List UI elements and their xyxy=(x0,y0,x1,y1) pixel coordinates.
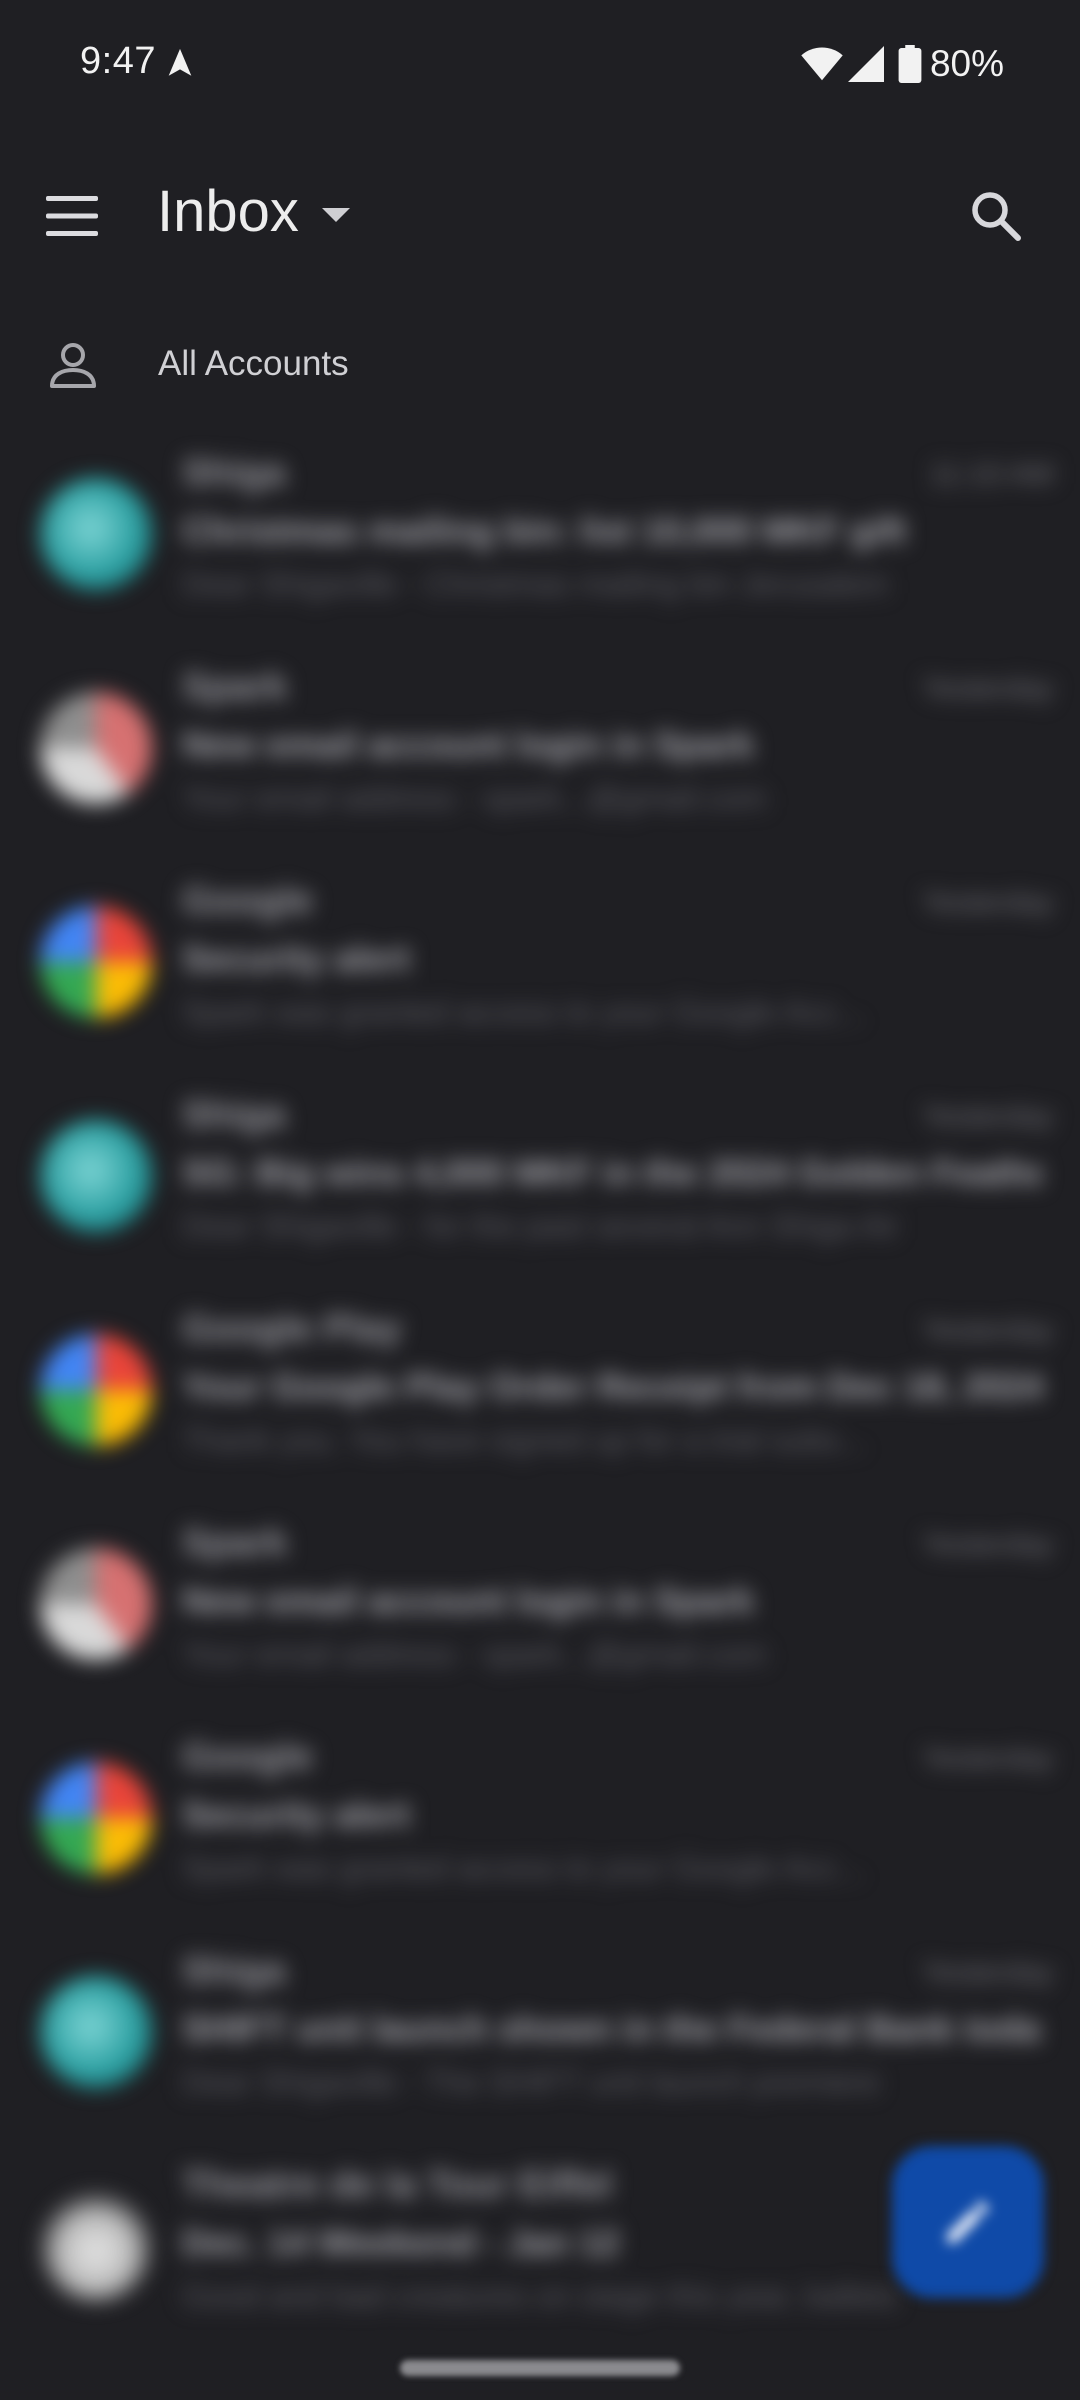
message-item[interactable]: Google Play Yesterday Your Google Play O… xyxy=(0,1286,1080,1500)
message-sender: Shiga xyxy=(182,452,286,494)
message-item[interactable]: Shiga 11:10 AM Christmas mailing bin: li… xyxy=(0,430,1080,644)
status-time: 9:47 xyxy=(80,40,156,82)
account-filter-row[interactable]: All Accounts xyxy=(0,320,1080,410)
page-title: Inbox xyxy=(157,179,299,244)
message-snippet: Dear Shigaville - for the past several A… xyxy=(182,1208,899,1244)
message-item[interactable]: Google Yesterday Security alert Spark wa… xyxy=(0,1714,1080,1928)
message-snippet: Your email address - spark...@gmail.com xyxy=(182,780,767,816)
sender-avatar xyxy=(40,1976,152,2088)
app-bar: Inbox xyxy=(0,150,1080,280)
battery-icon xyxy=(898,45,922,83)
message-snippet: Dear Shigaville - Christmas mailing bin … xyxy=(182,566,889,602)
message-subject: New email account login in Spark xyxy=(182,1580,755,1621)
search-icon[interactable] xyxy=(968,188,1024,244)
message-item[interactable]: Shiga Yesterday SHIFT unit launch shown … xyxy=(0,1928,1080,2142)
sender-avatar xyxy=(40,692,152,804)
message-item[interactable]: Shiga Yesterday SG: Big wins 4,000 MKF i… xyxy=(0,1072,1080,1286)
pencil-icon xyxy=(947,2201,989,2243)
message-date: Yesterday xyxy=(921,1742,1054,1775)
gesture-bar[interactable] xyxy=(400,2360,680,2376)
account-filter-label: All Accounts xyxy=(158,344,349,383)
message-sender: Google xyxy=(182,1736,313,1778)
navigation-arrow-icon xyxy=(168,48,192,76)
message-sender: Google xyxy=(182,880,313,922)
message-date: 11:10 AM xyxy=(929,458,1054,491)
message-subject: Security alert xyxy=(182,1794,411,1835)
message-sender: Spark xyxy=(182,1522,288,1564)
message-subject: Your Google Play Order Receipt from Dec … xyxy=(182,1366,1042,1407)
message-date: Yesterday xyxy=(921,1956,1054,1989)
message-item[interactable]: Spark Yesterday New email account login … xyxy=(0,644,1080,858)
message-item[interactable]: Spark Yesterday New email account login … xyxy=(0,1500,1080,1714)
wifi-icon xyxy=(801,47,843,81)
message-sender: Theatre de la Tour Eiffel xyxy=(182,2164,613,2206)
cell-signal-icon xyxy=(847,46,884,82)
message-snippet: Dear Shigaville - The SHIFT unit launch … xyxy=(182,2064,880,2100)
inbox-selector[interactable]: Inbox xyxy=(157,178,351,245)
message-date: Yesterday xyxy=(921,672,1054,705)
battery-percent: 80% xyxy=(929,43,1004,84)
status-bar: 9:47 80% xyxy=(0,0,1080,130)
message-sender: Shiga xyxy=(182,1950,286,1992)
message-sender: Spark xyxy=(182,666,288,708)
menu-icon[interactable] xyxy=(44,194,102,238)
message-date: Yesterday xyxy=(921,1100,1054,1133)
message-item[interactable]: Google Yesterday Security alert Spark wa… xyxy=(0,858,1080,1072)
message-date: Yesterday xyxy=(921,1314,1054,1347)
sender-avatar xyxy=(40,1762,152,1874)
sender-avatar xyxy=(40,1120,152,1232)
message-snippet: Thank you. You have signed up for a tria… xyxy=(182,1422,866,1458)
message-subject: SG: Big wins 4,000 MKF in the 2024 Golde… xyxy=(182,1152,1042,1193)
message-snippet: Good and bad creatures on stage this yea… xyxy=(182,2278,898,2314)
message-subject: Security alert xyxy=(182,938,411,979)
sender-avatar xyxy=(40,1334,152,1446)
message-subject: SHIFT unit launch shown in the Federal B… xyxy=(182,2008,1042,2049)
sender-avatar xyxy=(40,2190,152,2302)
message-subject: Christmas mailing bin: list 10,000 MKF g… xyxy=(182,510,907,551)
compose-button[interactable] xyxy=(892,2146,1044,2298)
sender-avatar xyxy=(40,478,152,590)
message-date: Yesterday xyxy=(921,886,1054,919)
sender-avatar xyxy=(40,1548,152,1660)
person-icon xyxy=(50,343,96,388)
dropdown-icon xyxy=(321,207,350,222)
message-date: Yesterday xyxy=(921,1528,1054,1561)
message-snippet: Spark was granted access to your Google … xyxy=(182,1850,864,1886)
sender-avatar xyxy=(40,906,152,1018)
message-sender: Shiga xyxy=(182,1094,286,1136)
message-snippet: Spark was granted access to your Google … xyxy=(182,994,864,1030)
message-snippet: Your email address - spark...@gmail.com xyxy=(182,1636,767,1672)
message-sender: Google Play xyxy=(182,1308,402,1350)
message-list: Shiga 11:10 AM Christmas mailing bin: li… xyxy=(0,430,1080,2370)
status-icons: 80% xyxy=(800,40,1004,88)
message-subject: New email account login in Spark xyxy=(182,724,755,765)
